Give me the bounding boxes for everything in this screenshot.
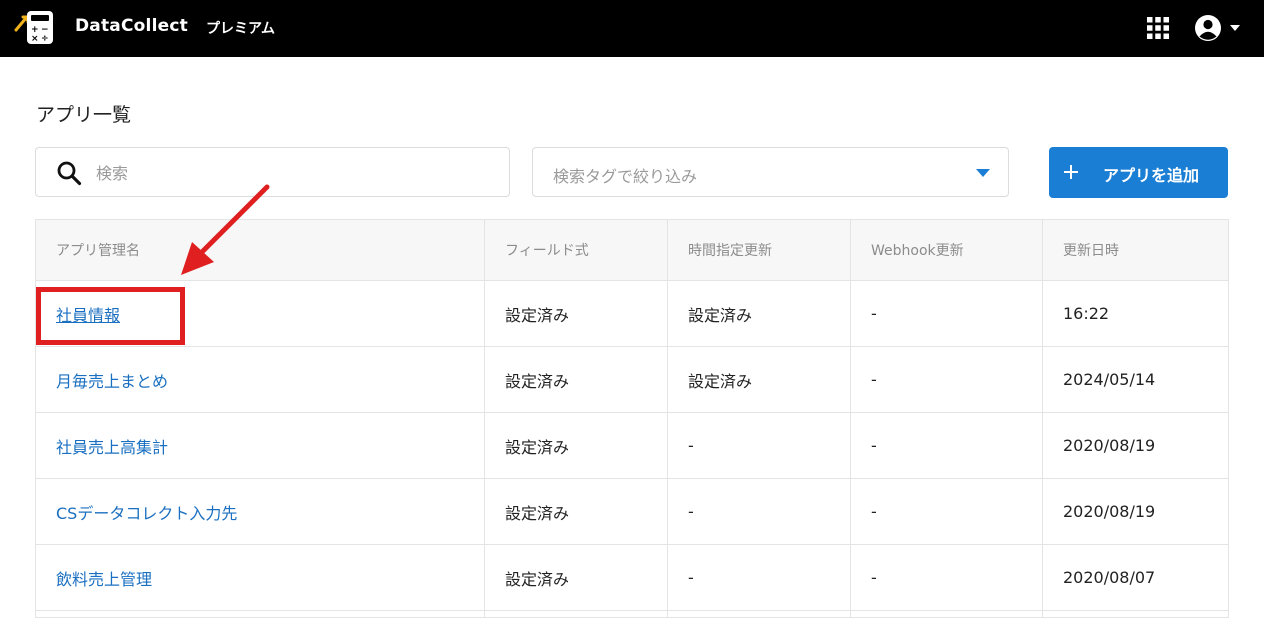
updated-at-cell: 2020/08/07 — [1042, 544, 1229, 611]
field-formula-cell: 設定済み — [484, 280, 668, 347]
scheduled-update-cell: 設定済み — [667, 346, 851, 413]
top-header: + − × ÷ DataCollect プレミアム — [0, 0, 1264, 57]
app-table: アプリ管理名 フィールド式 時間指定更新 Webhook更新 更新日時 社員情報… — [35, 219, 1229, 618]
field-formula-cell: 設定済み — [484, 544, 668, 611]
app-name-cell: 飲料売上管理 — [35, 544, 485, 611]
app-link[interactable]: 社員売上高集計 — [56, 438, 168, 457]
chevron-down-icon — [976, 169, 990, 177]
tag-filter-placeholder: 検索タグで絞り込み — [553, 167, 698, 186]
column-header-scheduled-update[interactable]: 時間指定更新 — [667, 219, 851, 281]
webhook-update-cell: - — [850, 544, 1043, 611]
calculator-logo-icon[interactable]: + − × ÷ — [14, 8, 56, 48]
scheduled-update-cell: - — [667, 544, 851, 611]
app-name-cell: 月毎売上まとめ — [35, 346, 485, 413]
scheduled-update-cell: - — [667, 412, 851, 479]
app-name-cell: CSデータコレクト入力先 — [35, 478, 485, 545]
scheduled-update-cell: - — [667, 478, 851, 545]
add-app-button-label: アプリを追加 — [1103, 166, 1200, 185]
account-circle-icon — [1195, 15, 1221, 41]
search-box — [35, 147, 510, 198]
webhook-update-cell: - — [850, 412, 1043, 479]
table-row: 社員情報 設定済み 設定済み - 16:22 — [35, 280, 1229, 347]
column-header-app-name[interactable]: アプリ管理名 — [35, 219, 485, 281]
table-row: 月毎売上まとめ 設定済み 設定済み - 2024/05/14 — [35, 346, 1229, 413]
column-header-field-formula[interactable]: フィールド式 — [484, 219, 668, 281]
account-menu-button[interactable] — [1194, 14, 1244, 42]
field-formula-cell: 設定済み — [484, 346, 668, 413]
table-row: 社員売上高集計 設定済み - - 2020/08/19 — [35, 412, 1229, 479]
tag-filter-select[interactable]: 検索タグで絞り込み — [532, 147, 1009, 197]
table-row: 飲料売上管理 設定済み - - 2020/08/07 — [35, 544, 1229, 611]
search-input[interactable] — [94, 148, 498, 198]
updated-at-cell: 2020/08/19 — [1042, 412, 1229, 479]
webhook-update-cell: - — [850, 346, 1043, 413]
plus-icon — [1064, 165, 1078, 179]
app-link[interactable]: 月毎売上まとめ — [56, 372, 168, 391]
brand-name: DataCollect — [75, 16, 188, 36]
app-link[interactable]: 社員情報 — [56, 306, 120, 325]
updated-at-cell: 2020/08/19 — [1042, 478, 1229, 545]
table-row: CSデータコレクト入力先 設定済み - - 2020/08/19 — [35, 478, 1229, 545]
webhook-update-cell: - — [850, 280, 1043, 347]
svg-text:×: × — [31, 34, 39, 44]
svg-text:÷: ÷ — [41, 34, 49, 44]
page-title: アプリ一覧 — [36, 104, 132, 126]
webhook-update-cell: - — [850, 478, 1043, 545]
plan-label: プレミアム — [206, 21, 276, 37]
field-formula-cell: 設定済み — [484, 412, 668, 479]
add-app-button[interactable]: アプリを追加 — [1049, 147, 1228, 198]
app-name-cell: 社員売上高集計 — [35, 412, 485, 479]
app-name-cell: 社員情報 — [35, 280, 485, 347]
field-formula-cell: 設定済み — [484, 478, 668, 545]
updated-at-cell: 16:22 — [1042, 280, 1229, 347]
app-link[interactable]: 飲料売上管理 — [56, 570, 152, 589]
column-header-updated-at[interactable]: 更新日時 — [1042, 219, 1229, 281]
table-row-partial — [35, 610, 1229, 618]
caret-down-icon — [1230, 25, 1240, 31]
column-header-webhook-update[interactable]: Webhook更新 — [850, 219, 1043, 281]
updated-at-cell: 2024/05/14 — [1042, 346, 1229, 413]
search-icon — [57, 161, 82, 186]
app-link[interactable]: CSデータコレクト入力先 — [56, 504, 237, 523]
scheduled-update-cell: 設定済み — [667, 280, 851, 347]
table-header-row: アプリ管理名 フィールド式 時間指定更新 Webhook更新 更新日時 — [35, 219, 1229, 281]
grid-apps-icon[interactable] — [1147, 17, 1169, 39]
